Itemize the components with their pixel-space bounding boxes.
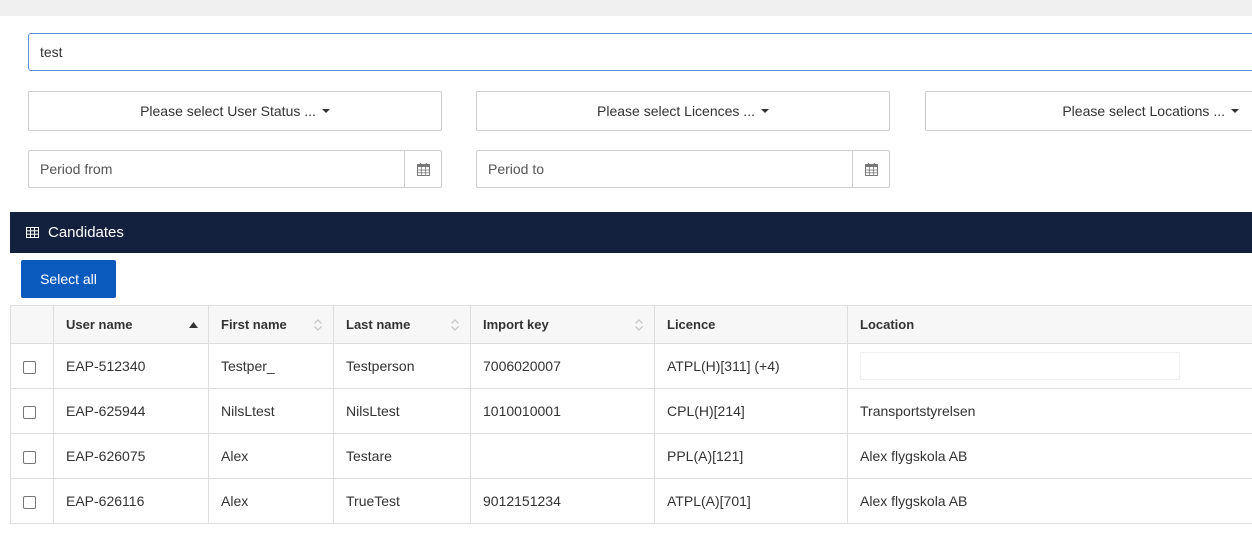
cell-first-name: Alex xyxy=(208,478,334,524)
column-header-select xyxy=(10,305,54,344)
locations-dropdown[interactable]: Please select Locations ... xyxy=(925,91,1252,131)
cell-user-name: EAP-512340 xyxy=(53,343,209,389)
sort-icon xyxy=(313,318,323,331)
grid-icon xyxy=(26,227,39,238)
column-header-last-name[interactable]: Last name xyxy=(333,305,471,344)
table-header-row: User name First name Last name Import ke… xyxy=(10,305,1252,344)
cell-user-name: EAP-625944 xyxy=(53,388,209,434)
column-header-location: Location xyxy=(847,305,1252,344)
cell-first-name: Testper_ xyxy=(208,343,334,389)
cell-import-key xyxy=(470,433,655,479)
cell-import-key: 9012151234 xyxy=(470,478,655,524)
row-checkbox[interactable] xyxy=(23,405,36,419)
row-select-cell xyxy=(10,478,54,524)
cell-import-key: 7006020007 xyxy=(470,343,655,389)
row-select-cell xyxy=(10,388,54,434)
search-input[interactable] xyxy=(28,33,1252,71)
candidates-panel-header: Candidates xyxy=(10,212,1252,253)
cell-last-name: NilsLtest xyxy=(333,388,471,434)
licences-dropdown[interactable]: Please select Licences ... xyxy=(476,91,890,131)
cell-licence: CPL(H)[214] xyxy=(654,388,848,434)
sort-ascending-icon xyxy=(189,321,198,328)
row-checkbox[interactable] xyxy=(23,495,36,509)
table-row[interactable]: EAP-626075 Alex Testare PPL(A)[121] Alex… xyxy=(10,433,1252,479)
sort-icon xyxy=(450,318,460,331)
period-to-input[interactable] xyxy=(477,151,852,187)
period-from-input[interactable] xyxy=(29,151,404,187)
caret-down-icon xyxy=(760,109,769,113)
cell-user-name: EAP-626075 xyxy=(53,433,209,479)
locations-dropdown-label: Please select Locations ... xyxy=(1062,103,1225,119)
cell-location: Alex flygskola AB xyxy=(847,478,1252,524)
cell-licence: ATPL(H)[311] (+4) xyxy=(654,343,848,389)
row-checkbox[interactable] xyxy=(23,360,36,374)
cell-user-name: EAP-626116 xyxy=(53,478,209,524)
row-checkbox[interactable] xyxy=(23,450,36,464)
cell-last-name: Testare xyxy=(333,433,471,479)
period-from-group xyxy=(28,150,442,188)
calendar-icon[interactable] xyxy=(404,151,441,187)
caret-down-icon xyxy=(1231,109,1239,113)
candidates-table: User name First name Last name Import ke… xyxy=(10,305,1252,524)
cell-import-key: 1010010001 xyxy=(470,388,655,434)
licences-dropdown-label: Please select Licences ... xyxy=(597,103,755,119)
caret-down-icon xyxy=(321,109,330,113)
user-status-dropdown-label: Please select User Status ... xyxy=(140,103,316,119)
cell-location: Transportstyrelsen xyxy=(847,388,1252,434)
column-header-user-name[interactable]: User name xyxy=(53,305,209,344)
table-row[interactable]: EAP-625944 NilsLtest NilsLtest 101001000… xyxy=(10,388,1252,434)
cell-first-name: NilsLtest xyxy=(208,388,334,434)
cell-last-name: Testperson xyxy=(333,343,471,389)
cell-licence: PPL(A)[121] xyxy=(654,433,848,479)
column-header-import-key[interactable]: Import key xyxy=(470,305,655,344)
user-status-dropdown[interactable]: Please select User Status ... xyxy=(28,91,442,131)
row-select-cell xyxy=(10,343,54,389)
table-row[interactable]: EAP-626116 Alex TrueTest 9012151234 ATPL… xyxy=(10,478,1252,524)
period-to-group xyxy=(476,150,890,188)
cell-last-name: TrueTest xyxy=(333,478,471,524)
cell-licence: ATPL(A)[701] xyxy=(654,478,848,524)
calendar-icon[interactable] xyxy=(852,151,889,187)
cell-location xyxy=(847,343,1252,389)
column-header-licence: Licence xyxy=(654,305,848,344)
cell-location: Alex flygskola AB xyxy=(847,433,1252,479)
select-all-button[interactable]: Select all xyxy=(21,260,116,298)
table-row[interactable]: EAP-512340 Testper_ Testperson 700602000… xyxy=(10,343,1252,389)
sort-icon xyxy=(634,318,644,331)
panel-title: Candidates xyxy=(48,224,124,241)
top-strip xyxy=(0,0,1252,16)
location-blank-field xyxy=(860,352,1180,380)
row-select-cell xyxy=(10,433,54,479)
column-header-first-name[interactable]: First name xyxy=(208,305,334,344)
cell-first-name: Alex xyxy=(208,433,334,479)
